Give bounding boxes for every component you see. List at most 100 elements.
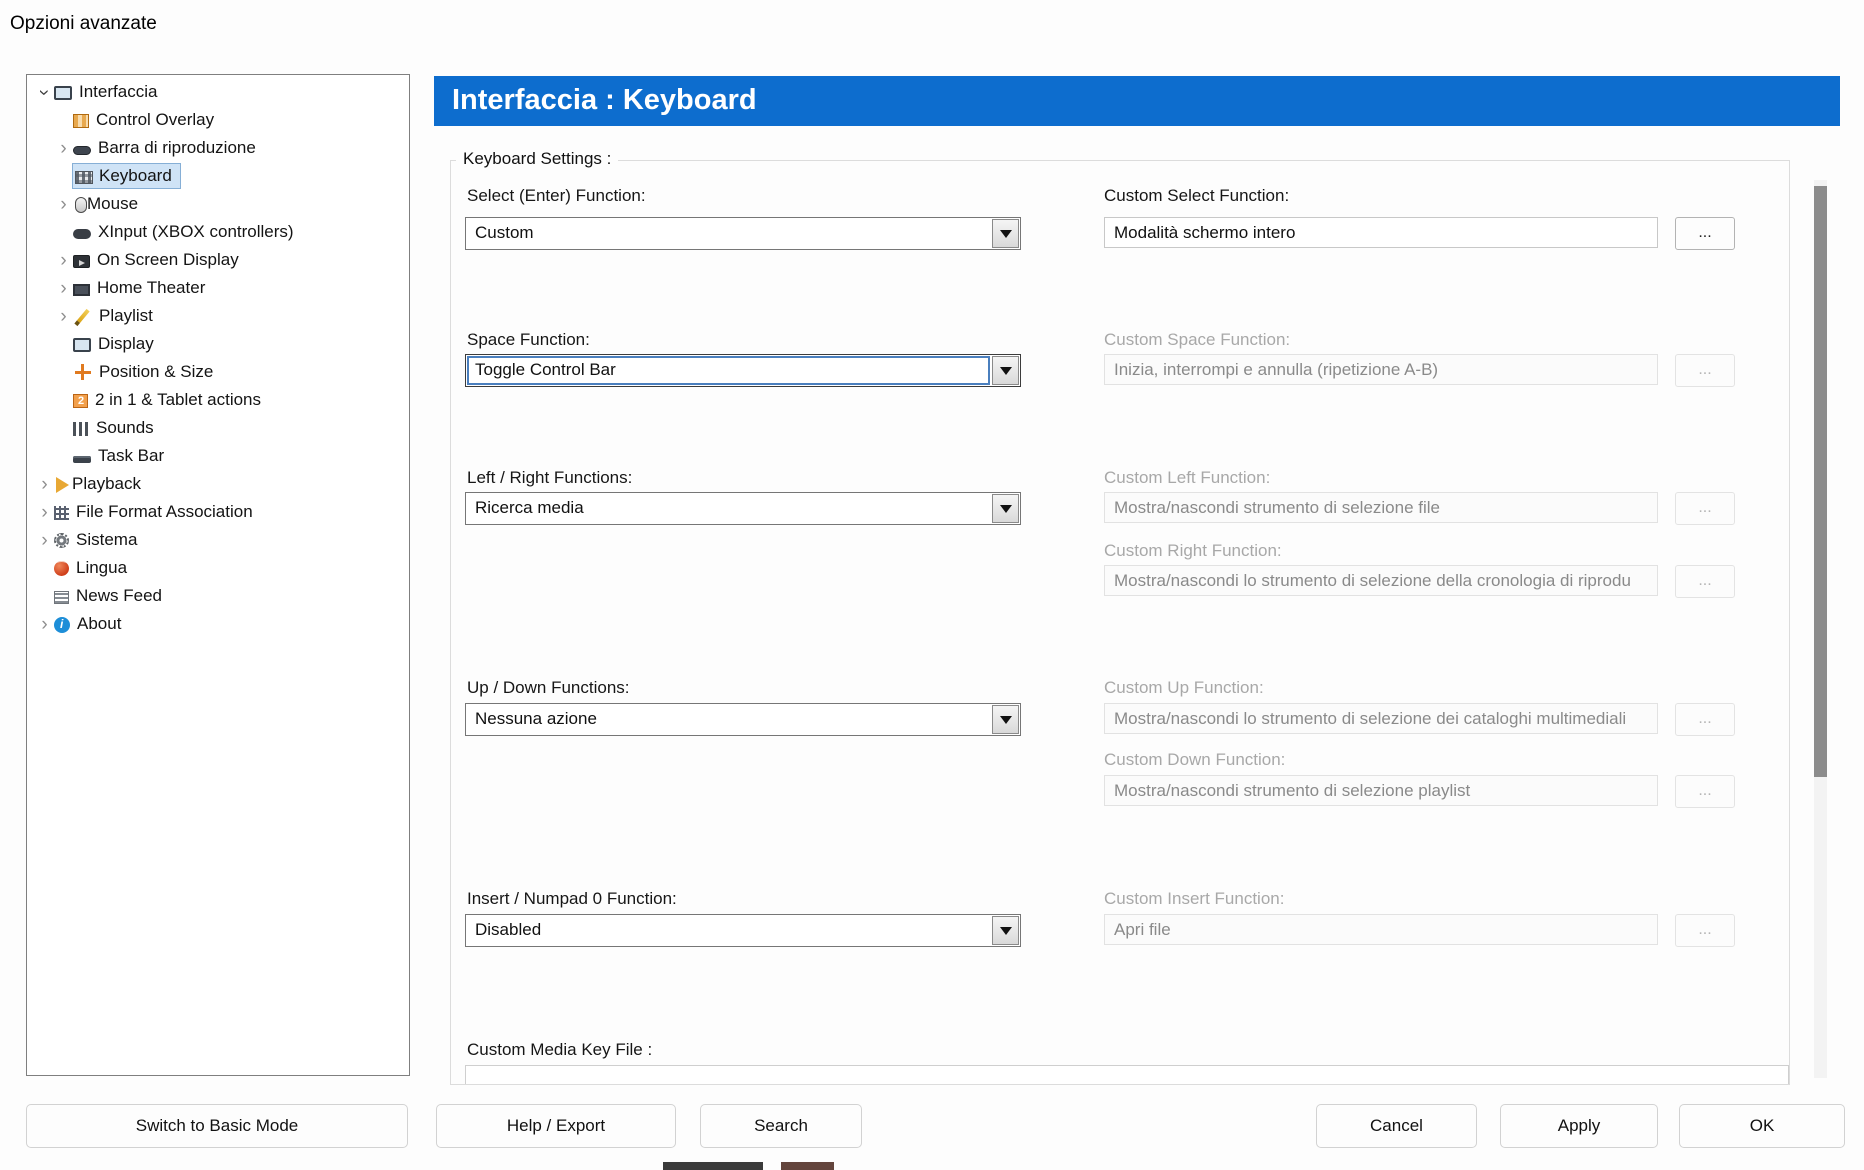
- display-icon: [73, 338, 91, 352]
- dropdown-arrow-icon[interactable]: [992, 705, 1019, 734]
- tree-item-file-format-association[interactable]: File Format Association: [27, 498, 409, 526]
- control-bar-icon: [73, 146, 91, 155]
- tree-item-task-bar[interactable]: Task Bar: [27, 442, 409, 470]
- tree-item-on-screen-display[interactable]: On Screen Display: [27, 246, 409, 274]
- tree-item-position-size[interactable]: Position & Size: [27, 358, 409, 386]
- mouse-icon: [75, 197, 87, 213]
- space-function-dropdown[interactable]: Toggle Control Bar: [465, 354, 1021, 387]
- globe-icon: [54, 561, 69, 576]
- dropdown-arrow-icon[interactable]: [992, 356, 1019, 385]
- tree-item-home-theater[interactable]: Home Theater: [27, 274, 409, 302]
- section-title: Interfaccia : Keyboard: [452, 84, 757, 117]
- expand-arrow-icon[interactable]: [54, 139, 73, 158]
- ok-button[interactable]: OK: [1679, 1104, 1845, 1148]
- cancel-button[interactable]: Cancel: [1316, 1104, 1477, 1148]
- insert-numpad-function-label: Insert / Numpad 0 Function:: [467, 889, 677, 909]
- taskbar-icon: [73, 456, 91, 463]
- expand-arrow-icon[interactable]: [35, 503, 54, 522]
- tree-item-playback[interactable]: Playback: [27, 470, 409, 498]
- background-window-fragment: [781, 1162, 834, 1170]
- tree-item-control-overlay[interactable]: Control Overlay: [27, 106, 409, 134]
- space-function-label: Space Function:: [467, 330, 590, 350]
- tree-item-playlist[interactable]: Playlist: [27, 302, 409, 330]
- custom-up-function-field: Mostra/nascondi lo strumento di selezion…: [1104, 703, 1658, 734]
- collapse-arrow-icon[interactable]: [35, 83, 54, 102]
- section-header: Interfaccia : Keyboard: [434, 76, 1840, 126]
- tree-item-xinput[interactable]: XInput (XBOX controllers): [27, 218, 409, 246]
- select-enter-function-dropdown[interactable]: Custom: [465, 217, 1021, 250]
- custom-media-key-file-field[interactable]: [465, 1065, 1789, 1085]
- expand-arrow-icon[interactable]: [54, 251, 73, 270]
- category-tree: Interfaccia Control Overlay Barra di rip…: [26, 74, 410, 1076]
- dropdown-arrow-icon[interactable]: [992, 494, 1019, 523]
- group-title: Keyboard Settings :: [456, 149, 618, 169]
- left-right-functions-dropdown[interactable]: Ricerca media: [465, 492, 1021, 525]
- overlay-icon: [73, 114, 89, 128]
- custom-right-function-field: Mostra/nascondi lo strumento di selezion…: [1104, 565, 1658, 596]
- tablet-icon: [73, 394, 88, 408]
- dropdown-arrow-icon[interactable]: [992, 916, 1019, 945]
- custom-right-function-label: Custom Right Function:: [1104, 541, 1282, 561]
- gamepad-icon: [73, 229, 91, 239]
- tree-item-sounds[interactable]: Sounds: [27, 414, 409, 442]
- osd-icon: [73, 255, 90, 268]
- keyboard-settings-group: Select (Enter) Function: Custom Custom S…: [450, 160, 1790, 1085]
- tree-item-tablet-actions[interactable]: 2 in 1 & Tablet actions: [27, 386, 409, 414]
- custom-insert-function-label: Custom Insert Function:: [1104, 889, 1284, 909]
- insert-numpad-function-dropdown[interactable]: Disabled: [465, 914, 1021, 947]
- expand-arrow-icon[interactable]: [54, 307, 73, 326]
- position-icon: [73, 363, 92, 381]
- custom-down-function-field: Mostra/nascondi strumento di selezione p…: [1104, 775, 1658, 806]
- custom-space-browse-button: ...: [1675, 354, 1735, 387]
- expand-arrow-icon[interactable]: [35, 475, 54, 494]
- tree-item-barra-di-riproduzione[interactable]: Barra di riproduzione: [27, 134, 409, 162]
- expand-arrow-icon[interactable]: [35, 615, 54, 634]
- search-button[interactable]: Search: [700, 1104, 862, 1148]
- tree-item-display[interactable]: Display: [27, 330, 409, 358]
- tree-item-keyboard[interactable]: Keyboard: [27, 162, 409, 190]
- tree-item-about[interactable]: About: [27, 610, 409, 638]
- custom-down-function-label: Custom Down Function:: [1104, 750, 1285, 770]
- expand-arrow-icon[interactable]: [35, 531, 54, 550]
- window-title: Opzioni avanzate: [10, 13, 157, 35]
- left-right-functions-label: Left / Right Functions:: [467, 468, 632, 488]
- newsfeed-icon: [54, 591, 69, 604]
- up-down-functions-dropdown[interactable]: Nessuna azione: [465, 703, 1021, 736]
- custom-select-function-field[interactable]: Modalità schermo intero: [1104, 217, 1658, 248]
- scrollbar-thumb[interactable]: [1814, 186, 1827, 777]
- help-export-button[interactable]: Help / Export: [436, 1104, 676, 1148]
- expand-arrow-icon[interactable]: [54, 195, 73, 214]
- selected-tree-item: Keyboard: [73, 164, 180, 188]
- switch-to-basic-mode-button[interactable]: Switch to Basic Mode: [26, 1104, 408, 1148]
- custom-insert-browse-button: ...: [1675, 914, 1735, 947]
- home-theater-icon: [73, 284, 90, 296]
- custom-space-function-field: Inizia, interrompi e annulla (ripetizion…: [1104, 354, 1658, 385]
- grid-icon: [54, 506, 69, 520]
- custom-down-browse-button: ...: [1675, 775, 1735, 808]
- custom-right-browse-button: ...: [1675, 565, 1735, 598]
- apply-button[interactable]: Apply: [1500, 1104, 1658, 1148]
- up-down-functions-label: Up / Down Functions:: [467, 678, 630, 698]
- custom-up-function-label: Custom Up Function:: [1104, 678, 1264, 698]
- custom-space-function-label: Custom Space Function:: [1104, 330, 1290, 350]
- title-bar: Opzioni avanzate: [0, 0, 1864, 56]
- custom-left-function-label: Custom Left Function:: [1104, 468, 1270, 488]
- tree-item-news-feed[interactable]: News Feed: [27, 582, 409, 610]
- background-window-fragment: [663, 1162, 763, 1170]
- play-icon: [56, 477, 69, 493]
- select-enter-function-label: Select (Enter) Function:: [467, 186, 646, 206]
- tree-item-interfaccia[interactable]: Interfaccia: [27, 78, 409, 106]
- dropdown-arrow-icon[interactable]: [992, 219, 1019, 248]
- vertical-scrollbar[interactable]: [1814, 180, 1827, 1078]
- expand-arrow-icon[interactable]: [54, 279, 73, 298]
- custom-up-browse-button: ...: [1675, 703, 1735, 736]
- custom-select-function-label: Custom Select Function:: [1104, 186, 1289, 206]
- pencil-icon: [73, 307, 92, 325]
- custom-select-browse-button[interactable]: ...: [1675, 217, 1735, 250]
- sounds-icon: [73, 422, 89, 436]
- tree-item-sistema[interactable]: Sistema: [27, 526, 409, 554]
- tree-item-lingua[interactable]: Lingua: [27, 554, 409, 582]
- gear-icon: [54, 533, 69, 548]
- tree-item-mouse[interactable]: Mouse: [27, 190, 409, 218]
- monitor-icon: [54, 86, 72, 100]
